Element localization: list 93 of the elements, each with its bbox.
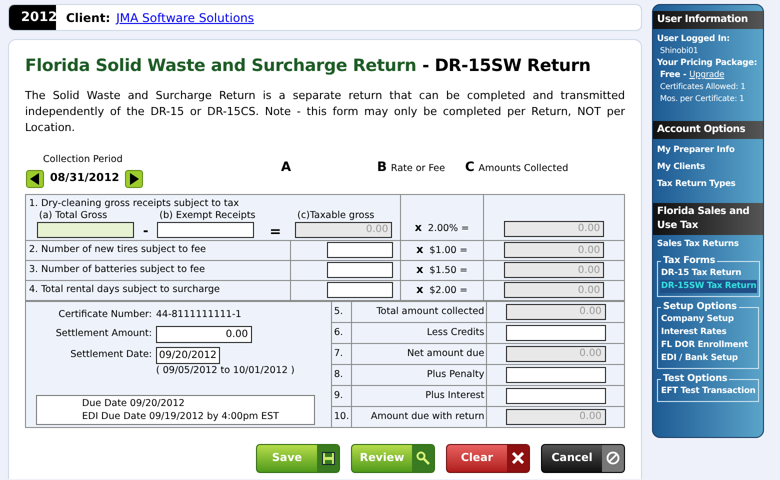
input-field[interactable]: 09/20/2012: [156, 346, 220, 364]
input-field[interactable]: [506, 388, 606, 404]
field-label: User Logged In:: [657, 33, 731, 45]
multiply-sign: x: [416, 284, 424, 296]
line-number: 7.: [332, 343, 352, 364]
sidebar-link[interactable]: DR-15SW Tax Return: [660, 280, 758, 293]
group-legend: Tax Forms: [661, 255, 718, 267]
line-number: 9.: [332, 385, 352, 406]
sidebar-link[interactable]: My Preparer Info: [657, 142, 759, 159]
rate-label: 2.00% =: [428, 222, 470, 234]
sidebar-link[interactable]: Interest Rates: [660, 326, 756, 339]
sidebar-link[interactable]: EDI / Bank Setup: [660, 352, 756, 365]
equals-sign: =: [268, 226, 282, 238]
field-label: Settlement Date:: [69, 349, 152, 361]
row-label: 3. Number of batteries subject to fee: [29, 264, 205, 275]
sidebar-link[interactable]: Sales Tax Returns: [657, 237, 759, 251]
section-header: User Information: [653, 11, 763, 29]
line-label: Net amount due: [352, 343, 487, 364]
column-label: Amounts Collected: [478, 162, 568, 176]
year-badge: 2012: [9, 5, 56, 30]
line-number: 6.: [332, 322, 352, 343]
line-label: Less Credits: [352, 322, 487, 343]
input-field[interactable]: [326, 242, 393, 258]
client-link[interactable]: JMA Software Solutions: [116, 8, 254, 26]
input-field[interactable]: [37, 222, 134, 238]
close-icon: [512, 452, 524, 464]
minus-sign: -: [142, 226, 150, 238]
row-label: 4. Total rental days subject to surcharge: [29, 284, 220, 295]
multiply-sign: x: [414, 222, 422, 234]
form-title: Florida Solid Waste and Surcharge Return: [25, 55, 416, 78]
sidebar-link[interactable]: Tax Return Types: [657, 176, 759, 193]
rate-label: $1.00 =: [429, 244, 468, 256]
column-letter: C: [465, 159, 475, 177]
search-icon: [416, 451, 430, 465]
description: The Solid Waste and Surcharge Return is a separate return that can be completed and transmitted independently of the DR-15 or DR-15CS. Note - this form may only be completed per Return, NOT per Location.: [25, 88, 625, 136]
collection-period-date: 08/31/2012: [50, 170, 120, 186]
date-range: ( 09/05/2012 to 10/01/2012 ): [155, 364, 296, 376]
due-date-text: Due Date 09/20/2012: [82, 396, 186, 410]
row-label: 1. Dry-cleaning gross receipts subject to tax: [29, 196, 240, 210]
group-legend: Setup Options: [661, 301, 739, 313]
group-legend: Test Options: [661, 373, 730, 385]
field-label: (b) Exempt Receipts: [158, 210, 256, 222]
line-number: 5.: [332, 301, 352, 322]
sidebar-link[interactable]: FL DOR Enrollment: [660, 339, 756, 352]
section-header: Florida Sales and Use Tax: [653, 203, 763, 235]
account-detail: Certificates Allowed: 1: [659, 81, 746, 93]
line-label: Plus Penalty: [352, 364, 487, 385]
due-date-text: EDI Due Date 09/19/2012 by 4:00pm EST: [82, 410, 280, 422]
line-label: Amount due with return: [352, 406, 487, 427]
input-field[interactable]: [157, 222, 254, 238]
section-header: Account Options: [653, 121, 763, 139]
left-arrow-icon: [30, 172, 40, 184]
save-icon: [322, 452, 334, 464]
form-subtitle: - DR-15SW Return: [422, 55, 591, 78]
input-field[interactable]: 0.00: [156, 326, 252, 342]
right-arrow-icon: [129, 172, 140, 184]
sidebar-link[interactable]: EFT Test Transaction: [660, 385, 756, 398]
field-label: Certificate Number:: [57, 309, 152, 321]
cancel-icon: [606, 451, 620, 465]
action-button[interactable]: Cancel: [541, 444, 625, 472]
field-label: Settlement Amount:: [54, 328, 152, 340]
line-label: Total amount collected: [352, 301, 487, 322]
upgrade-link[interactable]: Upgrade: [689, 69, 724, 81]
line-label: Plus Interest: [352, 385, 487, 406]
sidebar-link[interactable]: Company Setup: [660, 313, 756, 326]
next-period-button[interactable]: [125, 170, 144, 188]
field-label: (c)Taxable gross: [296, 210, 376, 222]
collection-period-label: Collection Period: [42, 153, 124, 168]
previous-period-button[interactable]: [26, 170, 44, 188]
column-letter: A: [281, 159, 292, 177]
field-label: (a) Total Gross: [38, 210, 108, 222]
sidebar-link[interactable]: My Clients: [657, 159, 759, 176]
column-letter: B: [377, 159, 387, 177]
certificate-number: 44-8111111111-1: [156, 309, 242, 321]
rate-label: $1.50 =: [429, 264, 468, 276]
input-field[interactable]: [506, 324, 606, 340]
sidebar-link[interactable]: DR-15 Tax Return: [660, 267, 758, 280]
field-label: Your Pricing Package:: [657, 57, 758, 69]
client-label: Client:: [66, 10, 110, 26]
package-name: Free -: [660, 69, 686, 81]
row-label: 2. Number of new tires subject to fee: [29, 244, 206, 255]
input-field[interactable]: [326, 262, 393, 278]
line-number: 10.: [332, 406, 352, 427]
rate-label: $2.00 =: [429, 284, 468, 296]
line-number: 8.: [332, 364, 352, 385]
input-field[interactable]: [326, 282, 393, 298]
multiply-sign: x: [416, 264, 424, 276]
column-label: Rate or Fee: [390, 162, 446, 176]
username: Shinobi01: [659, 45, 700, 57]
input-field[interactable]: [506, 366, 606, 382]
account-detail: Mos. per Certificate: 1: [659, 93, 746, 105]
multiply-sign: x: [416, 244, 424, 256]
action-button[interactable]: Clear: [446, 444, 530, 472]
